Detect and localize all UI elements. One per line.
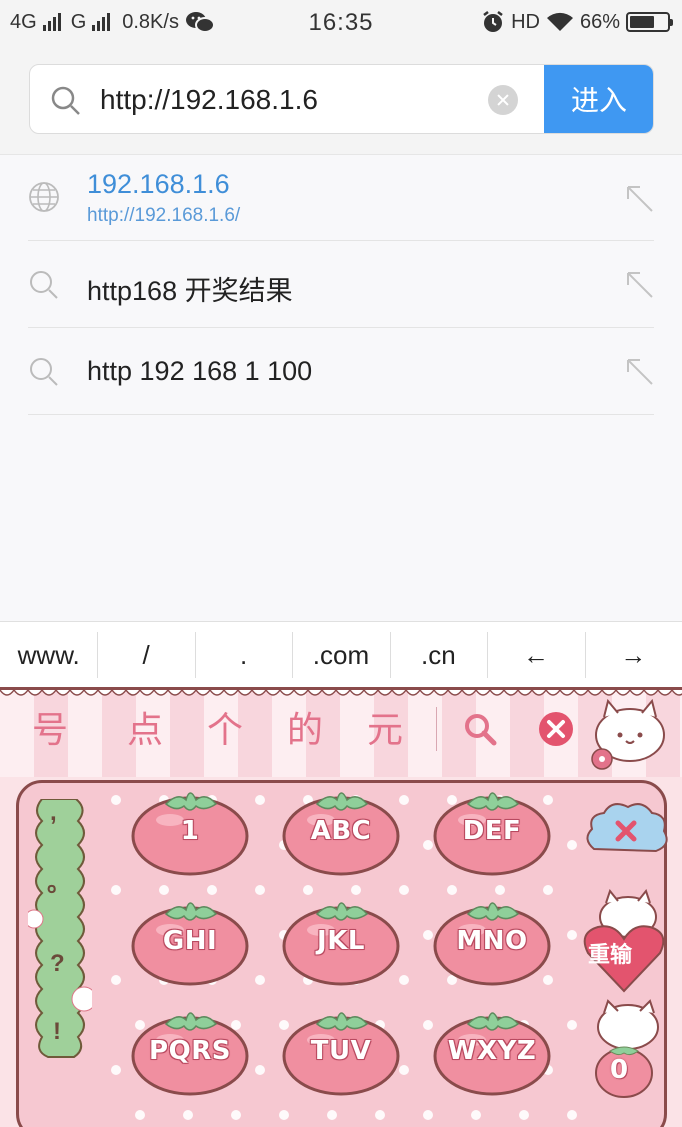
suggestion-url: http://192.168.1.6/ <box>87 205 241 226</box>
candidate-word[interactable]: 点 <box>127 701 163 753</box>
punct-key-exclaim[interactable]: ! <box>53 1018 61 1046</box>
close-icon[interactable] <box>538 711 574 747</box>
cursor-right-key[interactable]: → <box>584 622 682 688</box>
key-label: GHI <box>162 926 218 956</box>
punct-key-period[interactable]: 。 <box>47 863 71 898</box>
candidate-word[interactable]: 元 <box>367 701 403 753</box>
key-label: WXYZ <box>447 1036 537 1066</box>
candidate-word[interactable]: 个 <box>207 701 243 753</box>
key-def[interactable]: DEF <box>432 782 552 878</box>
url-input[interactable] <box>98 77 482 123</box>
list-item[interactable]: 192.168.1.6 http://192.168.1.6/ <box>28 155 654 241</box>
alarm-icon <box>483 11 503 32</box>
key-1[interactable]: 1 <box>130 782 250 878</box>
search-icon <box>30 271 58 299</box>
search-icon <box>30 358 58 386</box>
address-bar: 进入 <box>0 48 682 155</box>
key-tuv[interactable]: TUV <box>281 1002 401 1098</box>
fill-arrow-icon[interactable] <box>624 269 654 299</box>
zero-key[interactable]: 0 <box>580 999 668 1099</box>
url-shortcut-bar: www. / . .com .cn ← → <box>0 621 682 688</box>
shortcut-slash[interactable]: / <box>97 622 194 688</box>
delete-cloud-icon[interactable] <box>582 799 672 861</box>
suggestion-title: http168 开奖结果 <box>87 276 293 306</box>
reenter-button[interactable]: 重输 <box>580 887 668 997</box>
candidate-word[interactable]: 号 <box>32 701 68 753</box>
status-bar: 4G G 0.8K/s 16:35 HD 66% <box>0 0 682 48</box>
list-item[interactable]: http 192 168 1 100 <box>28 328 654 415</box>
key-label: JKL <box>317 926 365 956</box>
key-label: TUV <box>310 1036 372 1066</box>
key-label: PQRS <box>149 1036 231 1066</box>
key-jkl[interactable]: JKL <box>281 892 401 988</box>
search-icon[interactable] <box>462 711 498 747</box>
key-label: DEF <box>462 816 522 846</box>
zero-label: 0 <box>610 1055 629 1085</box>
key-label: MNO <box>456 926 528 956</box>
reenter-label: 重输 <box>588 943 633 968</box>
shortcut-com[interactable]: .com <box>292 622 389 688</box>
battery-icon <box>626 12 673 32</box>
cat-decoration-icon <box>591 698 665 770</box>
key-pqrs[interactable]: PQRS <box>130 1002 250 1098</box>
battery-percent: 66% <box>579 10 620 33</box>
punct-key-question[interactable]: ? <box>50 950 65 978</box>
key-abc[interactable]: ABC <box>281 782 401 878</box>
divider <box>436 707 437 751</box>
cursor-left-key[interactable]: ← <box>487 622 584 688</box>
candidate-word[interactable]: 的 <box>287 701 323 753</box>
address-field[interactable]: 进入 <box>29 64 654 134</box>
key-ghi[interactable]: GHI <box>130 892 250 988</box>
go-button[interactable]: 进入 <box>544 65 653 133</box>
wifi-icon <box>546 12 573 31</box>
scallop-border <box>0 687 682 696</box>
shortcut-www[interactable]: www. <box>0 622 97 688</box>
hd-label: HD <box>511 10 540 33</box>
shortcut-dot[interactable]: . <box>194 622 292 688</box>
key-label: ABC <box>310 816 372 846</box>
suggestion-title: 192.168.1.6 <box>87 169 230 199</box>
fill-arrow-icon[interactable] <box>624 356 654 386</box>
key-wxyz[interactable]: WXYZ <box>432 1002 552 1098</box>
key-mno[interactable]: MNO <box>432 892 552 988</box>
suggestion-list: 192.168.1.6 http://192.168.1.6/ http168 … <box>0 155 682 621</box>
shortcut-cn[interactable]: .cn <box>389 622 487 688</box>
globe-icon <box>29 182 59 212</box>
clear-icon[interactable] <box>488 85 518 115</box>
list-item[interactable]: http168 开奖结果 <box>28 241 654 328</box>
suggestion-title: http 192 168 1 100 <box>87 356 313 386</box>
keyboard: 号 点 个 的 元 , 。 ? ! 1 ABC DEF GHI JKL MNO PQRS TU… <box>0 687 682 1127</box>
punct-key-comma[interactable]: , <box>50 799 57 827</box>
fill-arrow-icon[interactable] <box>624 183 654 213</box>
key-label: 1 <box>180 816 200 846</box>
search-icon <box>51 86 80 115</box>
